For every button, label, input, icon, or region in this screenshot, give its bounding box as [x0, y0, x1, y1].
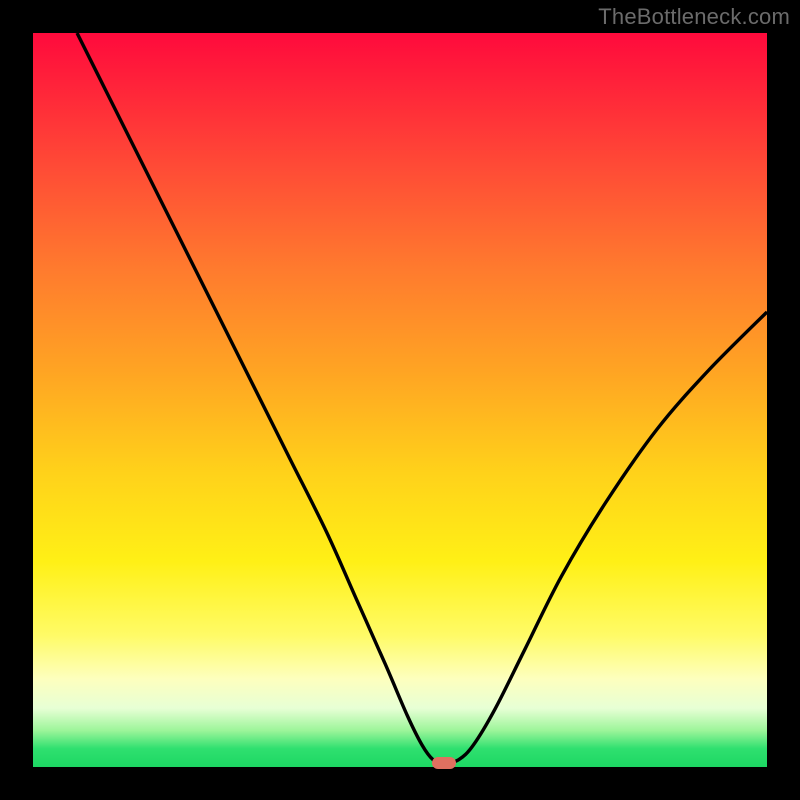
- optimum-marker: [432, 757, 456, 769]
- curve-svg: [33, 33, 767, 767]
- watermark-text: TheBottleneck.com: [598, 4, 790, 30]
- chart-frame: TheBottleneck.com: [0, 0, 800, 800]
- plot-area: [33, 33, 767, 767]
- bottleneck-curve: [77, 33, 767, 763]
